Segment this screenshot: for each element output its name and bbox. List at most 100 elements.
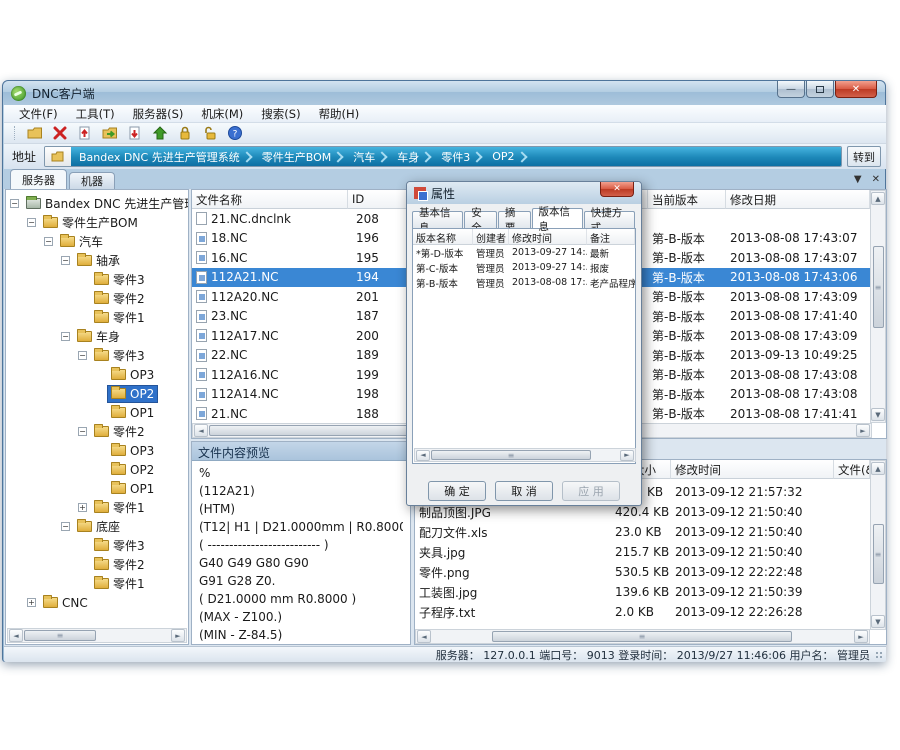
menu-item[interactable]: 帮助(H) (310, 105, 369, 123)
expand-toggle-icon[interactable] (61, 522, 70, 531)
tree-item[interactable]: 汽车 (6, 232, 188, 251)
expand-toggle-icon[interactable] (78, 351, 87, 360)
tab-close-icon[interactable]: ✕ (872, 175, 880, 185)
breadcrumb-segment[interactable]: 车身 (389, 147, 433, 166)
attachment-row[interactable]: 工装图.jpg 139.6 KB 2013-09-12 21:50:39 (415, 582, 870, 602)
dialog-tab[interactable]: 快捷方式 (584, 211, 635, 228)
attachment-horizontal-scrollbar[interactable]: ◄ ≡ ► (415, 629, 870, 644)
scroll-thumb[interactable]: ≡ (431, 450, 591, 460)
column-header-creator[interactable]: 创建者 (473, 229, 509, 245)
tree-item[interactable]: CNC (6, 593, 188, 612)
column-header-file[interactable]: 文件(& (834, 460, 870, 479)
breadcrumb-segment[interactable]: Bandex DNC 先进生产管理系统 (71, 147, 254, 166)
tree-item[interactable]: OP2 (6, 460, 188, 479)
lock-icon[interactable] (176, 125, 194, 142)
delete-icon[interactable] (51, 125, 69, 142)
tab-dropdown-icon[interactable]: ▼ (854, 175, 862, 185)
menu-item[interactable]: 工具(T) (67, 105, 124, 123)
tree-item[interactable]: OP2 (6, 384, 188, 403)
tree-item[interactable]: 零件生产BOM (6, 213, 188, 232)
dialog-button[interactable]: 取 消 (495, 481, 553, 501)
help-icon[interactable]: ? (226, 125, 244, 142)
attachment-vertical-scrollbar[interactable]: ▲ ≡ ▼ (870, 460, 886, 630)
dialog-close-button[interactable]: ✕ (600, 182, 634, 197)
expand-toggle-icon[interactable] (61, 332, 70, 341)
scroll-right-icon[interactable]: ► (620, 450, 634, 461)
breadcrumb-segment[interactable]: 零件3 (433, 147, 484, 166)
checkout-file-icon[interactable] (126, 125, 144, 142)
tree-item[interactable]: 零件2 (6, 422, 188, 441)
expand-toggle-icon[interactable] (44, 237, 53, 246)
dialog-tab[interactable]: 安全 (464, 211, 497, 228)
menu-item[interactable]: 文件(F) (10, 105, 67, 123)
new-folder-icon[interactable] (26, 125, 44, 142)
breadcrumb-segment[interactable]: 零件生产BOM (254, 147, 346, 166)
tree-item[interactable]: OP1 (6, 479, 188, 498)
tree-item[interactable]: 零件2 (6, 289, 188, 308)
go-button[interactable]: 转到 (847, 146, 881, 167)
tree-item[interactable]: 零件3 (6, 536, 188, 555)
scroll-down-icon[interactable]: ▼ (871, 615, 885, 628)
dialog-button[interactable]: 应 用 (562, 481, 620, 501)
toolbar-grip[interactable] (14, 126, 17, 140)
tree-item[interactable]: 零件2 (6, 555, 188, 574)
expand-toggle-icon[interactable] (27, 218, 36, 227)
dialog-tab[interactable]: 基本信息 (412, 211, 463, 228)
tree-item[interactable]: 底座 (6, 517, 188, 536)
open-folder-icon[interactable] (101, 125, 119, 142)
menu-item[interactable]: 机床(M) (192, 105, 252, 123)
dialog-title-bar[interactable]: 属性 ✕ (407, 182, 641, 204)
minimize-button[interactable]: — (777, 81, 805, 98)
menu-item[interactable]: 服务器(S) (124, 105, 193, 123)
tree-item[interactable]: OP1 (6, 403, 188, 422)
view-tab[interactable]: 服务器 (10, 169, 67, 189)
dialog-tab[interactable]: 版本信息 (532, 208, 583, 228)
upload-arrow-icon[interactable] (151, 125, 169, 142)
tree-item[interactable]: OP3 (6, 365, 188, 384)
scroll-right-icon[interactable]: ► (856, 424, 870, 437)
tree-item[interactable]: 零件1 (6, 308, 188, 327)
scroll-thumb[interactable]: ≡ (873, 246, 884, 328)
scroll-up-icon[interactable]: ▲ (871, 192, 885, 205)
dialog-button[interactable]: 确 定 (428, 481, 486, 501)
scroll-right-icon[interactable]: ► (854, 630, 868, 643)
maximize-button[interactable] (806, 81, 834, 98)
breadcrumb-segment[interactable]: 汽车 (345, 147, 389, 166)
expand-toggle-icon[interactable] (78, 503, 87, 512)
dialog-horizontal-scrollbar[interactable]: ◄ ≡ ► (414, 448, 636, 462)
column-header-modified[interactable]: 修改时间 (671, 460, 834, 479)
tree-item[interactable]: 零件3 (6, 346, 188, 365)
checkin-file-icon[interactable] (76, 125, 94, 142)
unlock-icon[interactable] (201, 125, 219, 142)
column-header-version[interactable]: 当前版本 (648, 190, 726, 209)
column-header-id[interactable]: ID (348, 190, 414, 209)
expand-toggle-icon[interactable] (61, 256, 70, 265)
scroll-thumb[interactable]: ≡ (492, 631, 792, 642)
column-header-name[interactable]: 文件名称 (192, 190, 348, 209)
scroll-left-icon[interactable]: ◄ (417, 630, 431, 643)
column-header-note[interactable]: 备注 (587, 229, 635, 245)
version-row[interactable]: 第-C-版本 管理员 2013-09-27 14:... 报废 (413, 260, 635, 275)
version-row[interactable]: 第-B-版本 管理员 2013-08-08 17:... 老产品程序 (413, 275, 635, 290)
column-header-date[interactable]: 修改日期 (726, 190, 870, 209)
expand-toggle-icon[interactable] (10, 199, 19, 208)
tree-item[interactable]: 轴承 (6, 251, 188, 270)
title-bar[interactable]: DNC客户端 — ✕ (3, 81, 885, 105)
scroll-right-icon[interactable]: ► (171, 629, 185, 642)
tree-horizontal-scrollbar[interactable]: ◄ ≡ ► (7, 628, 187, 643)
scroll-left-icon[interactable]: ◄ (416, 450, 430, 461)
dialog-tab[interactable]: 摘要 (498, 211, 531, 228)
breadcrumb-segment[interactable]: OP2 (484, 147, 528, 166)
file-list-vertical-scrollbar[interactable]: ▲ ≡ ▼ (870, 190, 886, 423)
tree-item[interactable]: 车身 (6, 327, 188, 346)
attachment-row[interactable]: 子程序.txt 2.0 KB 2013-09-12 22:26:28 (415, 602, 870, 622)
scroll-left-icon[interactable]: ◄ (194, 424, 208, 437)
scroll-left-icon[interactable]: ◄ (9, 629, 23, 642)
tree-item[interactable]: 零件1 (6, 498, 188, 517)
close-button[interactable]: ✕ (835, 81, 877, 98)
tree-item[interactable]: OP3 (6, 441, 188, 460)
view-tab[interactable]: 机器 (69, 172, 115, 189)
expand-toggle-icon[interactable] (78, 427, 87, 436)
column-header-version-name[interactable]: 版本名称 (413, 229, 473, 245)
tree-item[interactable]: Bandex DNC 先进生产管理系统 (6, 194, 188, 213)
